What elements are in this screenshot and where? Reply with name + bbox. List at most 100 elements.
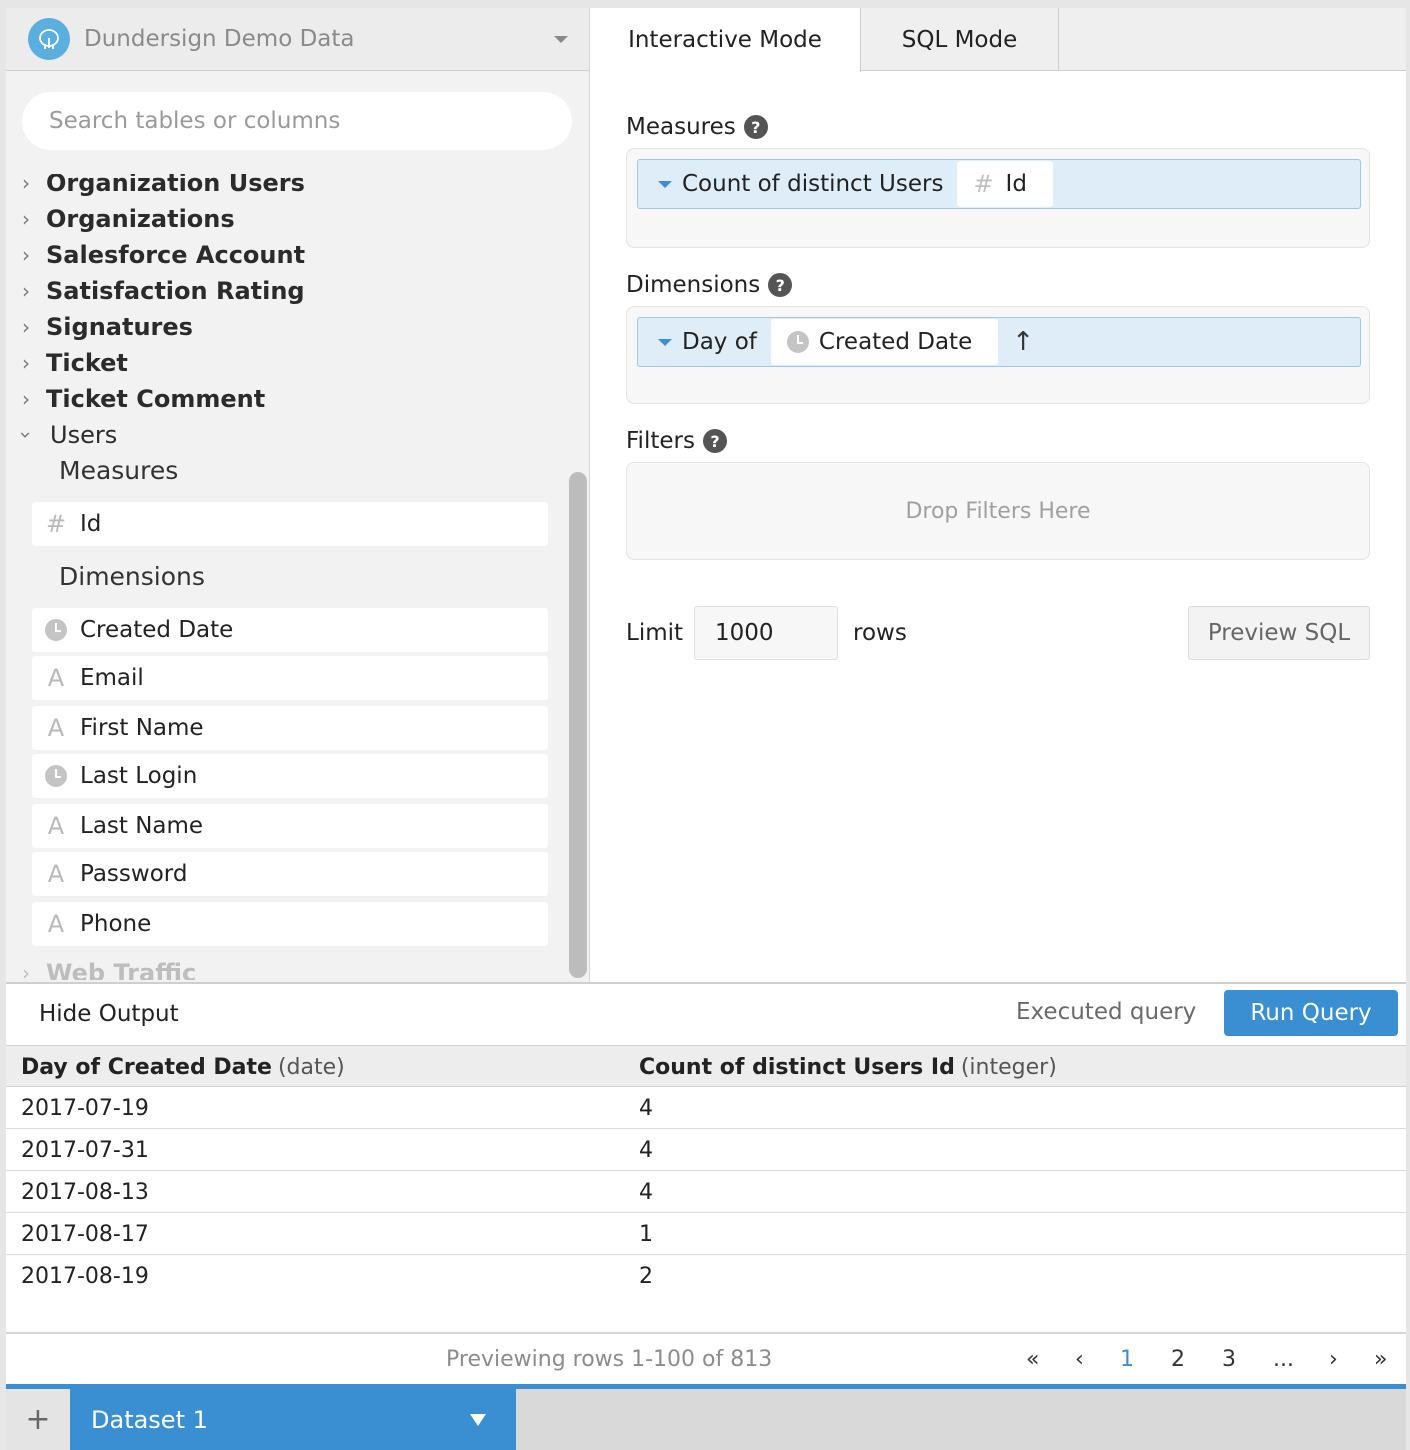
measures-dropzone[interactable]: Count of distinct Users # Id xyxy=(626,148,1370,248)
clock-icon xyxy=(786,331,809,353)
text-type-icon: A xyxy=(47,812,65,840)
caret-down-icon[interactable] xyxy=(470,1413,486,1426)
pager-divider xyxy=(6,1332,1406,1334)
table-cell: 4 xyxy=(639,1095,653,1121)
table-cell: 4 xyxy=(639,1179,653,1205)
field-label: Id xyxy=(80,511,102,537)
hide-output-button[interactable]: Hide Output xyxy=(39,1001,179,1027)
table-label: Ticket Comment xyxy=(46,385,266,413)
chevron-right-icon: › xyxy=(22,243,30,267)
chevron-right-icon: › xyxy=(22,351,30,375)
dimensions-section-label: Dimensions xyxy=(59,562,205,591)
last-page-button[interactable]: » xyxy=(1374,1347,1387,1372)
column-header-day[interactable]: Day of Created Date (date) xyxy=(21,1046,345,1088)
output-divider xyxy=(6,982,1406,984)
field-dimension-created-date[interactable]: Created Date xyxy=(32,608,548,652)
table-cell: 1 xyxy=(639,1221,653,1247)
results-table: Day of Created Date (date) Count of disti… xyxy=(6,1045,1406,1297)
field-measure-id[interactable]: # Id xyxy=(32,502,548,546)
dataset-tab-bar: + Dataset 1 xyxy=(6,1384,1406,1450)
measure-pill[interactable]: Count of distinct Users # Id xyxy=(637,159,1361,209)
tab-sql-mode[interactable]: SQL Mode xyxy=(861,8,1059,71)
help-icon[interactable]: ? xyxy=(768,273,793,297)
table-row: 2017-07-31 4 xyxy=(6,1129,1406,1171)
caret-down-icon[interactable] xyxy=(658,180,672,188)
sidebar-scrollbar[interactable] xyxy=(569,472,587,978)
clock-icon xyxy=(32,619,80,641)
field-dimension-last-login[interactable]: Last Login xyxy=(32,754,548,798)
field-dimension-first-name[interactable]: A First Name xyxy=(32,706,548,750)
dimension-pill[interactable]: Day of Created Date ↑ xyxy=(637,317,1361,367)
table-cell: 2017-07-19 xyxy=(21,1095,149,1121)
filters-label: Filters xyxy=(626,428,695,454)
sidebar-item-web-traffic[interactable]: › Web Traffic xyxy=(6,955,196,980)
table-row: 2017-08-13 4 xyxy=(6,1171,1406,1213)
preview-sql-button[interactable]: Preview SQL xyxy=(1188,606,1370,660)
first-page-button[interactable]: « xyxy=(1026,1347,1039,1372)
limit-label: Limit xyxy=(626,620,684,646)
sidebar-item-ticket[interactable]: › Ticket xyxy=(6,345,128,381)
field-label: Email xyxy=(80,665,144,691)
table-label: Salesforce Account xyxy=(46,241,306,269)
dataset-name: Dataset 1 xyxy=(91,1405,208,1434)
sidebar-item-organizations[interactable]: › Organizations xyxy=(6,201,235,237)
sort-ascending-icon[interactable]: ↑ xyxy=(1012,327,1034,357)
sidebar-item-signatures[interactable]: › Signatures xyxy=(6,309,193,345)
filters-dropzone[interactable]: Drop Filters Here xyxy=(626,462,1370,560)
schema-tree: › Organization Users › Organizations › S… xyxy=(6,174,570,980)
table-label: Signatures xyxy=(46,313,193,341)
prev-page-button[interactable]: ‹ xyxy=(1075,1347,1084,1372)
measures-section-label: Measures xyxy=(59,456,179,485)
sidebar-item-satisfaction-rating[interactable]: › Satisfaction Rating xyxy=(6,273,305,309)
measure-field-chip[interactable]: # Id xyxy=(957,161,1053,207)
search-input[interactable] xyxy=(22,92,572,150)
table-label: Users xyxy=(50,421,118,449)
next-page-button[interactable]: › xyxy=(1329,1347,1338,1372)
dimensions-dropzone[interactable]: Day of Created Date ↑ xyxy=(626,306,1370,404)
dimension-field-label: Created Date xyxy=(818,329,973,355)
caret-down-icon[interactable] xyxy=(658,338,672,346)
sidebar-item-salesforce-account[interactable]: › Salesforce Account xyxy=(6,237,305,273)
sidebar-item-users[interactable]: › Users xyxy=(6,417,117,453)
chevron-right-icon: › xyxy=(22,279,30,303)
table-header: Day of Created Date (date) Count of disti… xyxy=(6,1045,1406,1087)
help-icon[interactable]: ? xyxy=(743,115,768,139)
field-dimension-phone[interactable]: A Phone xyxy=(32,902,548,946)
database-name: Dundersign Demo Data xyxy=(84,26,355,52)
table-cell: 2017-08-13 xyxy=(21,1179,149,1205)
table-row: 2017-08-17 1 xyxy=(6,1213,1406,1255)
table-label: Organizations xyxy=(46,205,235,233)
tab-interactive-mode[interactable]: Interactive Mode xyxy=(590,8,861,72)
field-label: Phone xyxy=(80,911,152,937)
field-label: First Name xyxy=(80,715,204,741)
query-status: Executed query xyxy=(1016,999,1197,1025)
chevron-down-icon[interactable] xyxy=(554,35,568,43)
dimension-field-chip[interactable]: Created Date xyxy=(770,319,999,365)
field-dimension-last-name[interactable]: A Last Name xyxy=(32,804,548,848)
measure-aggregation: Count of distinct Users xyxy=(682,171,944,197)
page-3-button[interactable]: 3 xyxy=(1222,1347,1236,1372)
help-icon[interactable]: ? xyxy=(702,429,727,453)
mode-tabs: Interactive Mode SQL Mode xyxy=(590,8,1406,72)
field-label: Created Date xyxy=(80,617,234,643)
field-label: Last Name xyxy=(80,813,204,839)
limit-input[interactable] xyxy=(694,606,838,660)
table-label: Satisfaction Rating xyxy=(46,277,305,305)
database-selector[interactable]: Dundersign Demo Data xyxy=(6,8,590,71)
column-header-count[interactable]: Count of distinct Users Id (integer) xyxy=(639,1046,1057,1088)
pagination-summary: Previewing rows 1-100 of 813 xyxy=(446,1347,773,1372)
field-label: Password xyxy=(80,861,188,887)
page-2-button[interactable]: 2 xyxy=(1171,1347,1185,1372)
table-cell: 2017-07-31 xyxy=(21,1137,149,1163)
dataset-tab-active[interactable]: Dataset 1 xyxy=(70,1389,516,1450)
add-dataset-button[interactable]: + xyxy=(6,1389,70,1450)
sidebar-item-organization-users[interactable]: › Organization Users xyxy=(6,174,305,201)
text-type-icon: A xyxy=(47,664,65,692)
column-type: (integer) xyxy=(960,1054,1057,1080)
sidebar-item-ticket-comment[interactable]: › Ticket Comment xyxy=(6,381,265,417)
field-dimension-password[interactable]: A Password xyxy=(32,852,548,896)
field-dimension-email[interactable]: A Email xyxy=(32,656,548,700)
chevron-down-icon: › xyxy=(14,431,38,439)
run-query-button[interactable]: Run Query xyxy=(1224,990,1398,1036)
page-1-button[interactable]: 1 xyxy=(1120,1347,1134,1372)
